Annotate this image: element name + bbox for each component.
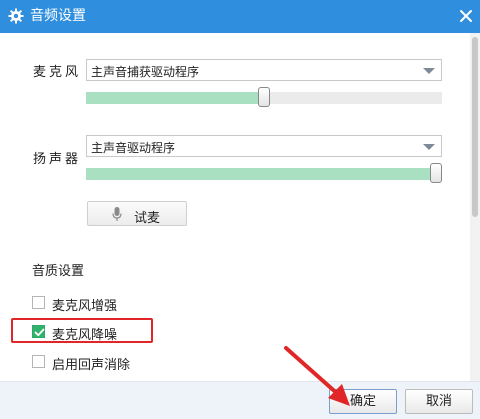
cancel-button[interactable]: 取消: [405, 389, 473, 414]
annotation-arrow-icon: [284, 346, 350, 406]
chevron-down-icon: [423, 68, 435, 74]
echo-cancellation-option[interactable]: 启用回声消除: [32, 354, 162, 373]
quality-settings-title: 音质设置: [32, 264, 85, 279]
annotation-highlight-box: [11, 318, 153, 343]
dialog-title: 音频设置: [30, 8, 86, 24]
microphone-volume-thumb[interactable]: [258, 87, 270, 107]
close-icon[interactable]: [458, 8, 474, 24]
scrollbar-thumb[interactable]: [472, 37, 478, 217]
audio-settings-dialog: 音频设置 麦克风 主声音捕获驱动程序 扬声器 主声音驱动程序 试麦 音质设置 麦…: [0, 0, 480, 419]
gear-icon: [8, 8, 24, 24]
echo-cancellation-label: 启用回声消除: [52, 358, 131, 373]
speaker-device-value: 主声音驱动程序: [91, 141, 176, 155]
dialog-footer: 确定 取消: [0, 381, 480, 419]
speaker-volume-fill: [86, 168, 436, 180]
speaker-volume-thumb[interactable]: [430, 163, 442, 183]
test-microphone-label: 试麦: [134, 211, 161, 226]
mic-enhance-checkbox[interactable]: [32, 296, 45, 309]
chevron-down-icon: [423, 144, 435, 150]
microphone-volume-slider[interactable]: [86, 87, 442, 107]
vertical-scrollbar[interactable]: [470, 33, 480, 381]
microphone-device-select[interactable]: 主声音捕获驱动程序: [86, 59, 442, 81]
titlebar: 音频设置: [0, 0, 480, 33]
test-microphone-button[interactable]: 试麦: [87, 201, 187, 226]
microphone-icon: [112, 207, 122, 221]
microphone-label: 麦克风: [33, 65, 82, 80]
echo-cancellation-checkbox[interactable]: [32, 355, 45, 368]
microphone-device-value: 主声音捕获驱动程序: [91, 65, 200, 79]
microphone-volume-fill: [86, 92, 264, 104]
mic-enhance-label: 麦克风增强: [52, 299, 118, 314]
speaker-label: 扬声器: [33, 152, 82, 167]
mic-enhance-option[interactable]: 麦克风增强: [32, 295, 152, 314]
speaker-device-select[interactable]: 主声音驱动程序: [86, 135, 442, 157]
speaker-volume-slider[interactable]: [86, 163, 442, 183]
